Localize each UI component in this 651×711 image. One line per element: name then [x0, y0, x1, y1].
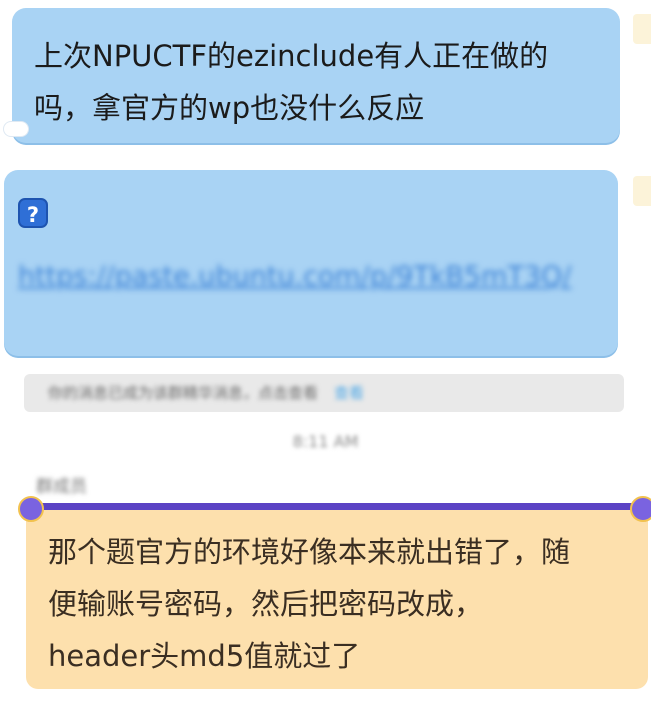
- cloud-decoration-icon: [4, 122, 28, 136]
- reply-line-1: 那个题官方的环境好像本来就出错了，随: [48, 535, 571, 569]
- avatar-edge: [633, 14, 651, 44]
- system-notice: 你的消息已成为该群精华消息，点击查看 查看: [24, 374, 624, 412]
- reply-line-3: header头md5值就过了: [48, 639, 361, 673]
- notice-text: 你的消息已成为该群精华消息，点击查看: [48, 384, 319, 402]
- timestamp: 8:11 AM: [292, 432, 359, 451]
- message-text-line-1: 上次NPUCTF的ezinclude有人正在做的: [34, 39, 549, 73]
- question-shield-icon: ?: [18, 198, 48, 228]
- message-link[interactable]: https://paste.ubuntu.com/p/9TkB5mT3Q/: [18, 250, 608, 304]
- message-bubble-1[interactable]: 上次NPUCTF的ezinclude有人正在做的 吗，拿官方的wp也没什么反应: [12, 8, 620, 143]
- star-badge-icon: [18, 496, 44, 522]
- notice-action-link[interactable]: 查看: [334, 384, 364, 402]
- reply-bubble[interactable]: 那个题官方的环境好像本来就出错了，随 便输账号密码，然后把密码改成， heade…: [18, 496, 651, 689]
- reply-line-2: 便输账号密码，然后把密码改成，: [48, 587, 484, 621]
- star-badge-icon-right: [630, 496, 651, 522]
- avatar-edge-2: [633, 176, 651, 206]
- sender-nickname[interactable]: 群成员: [36, 472, 87, 497]
- message-text-line-2: 吗，拿官方的wp也没什么反应: [34, 91, 425, 125]
- message-bubble-2[interactable]: ? https://paste.ubuntu.com/p/9TkB5mT3Q/: [4, 170, 618, 356]
